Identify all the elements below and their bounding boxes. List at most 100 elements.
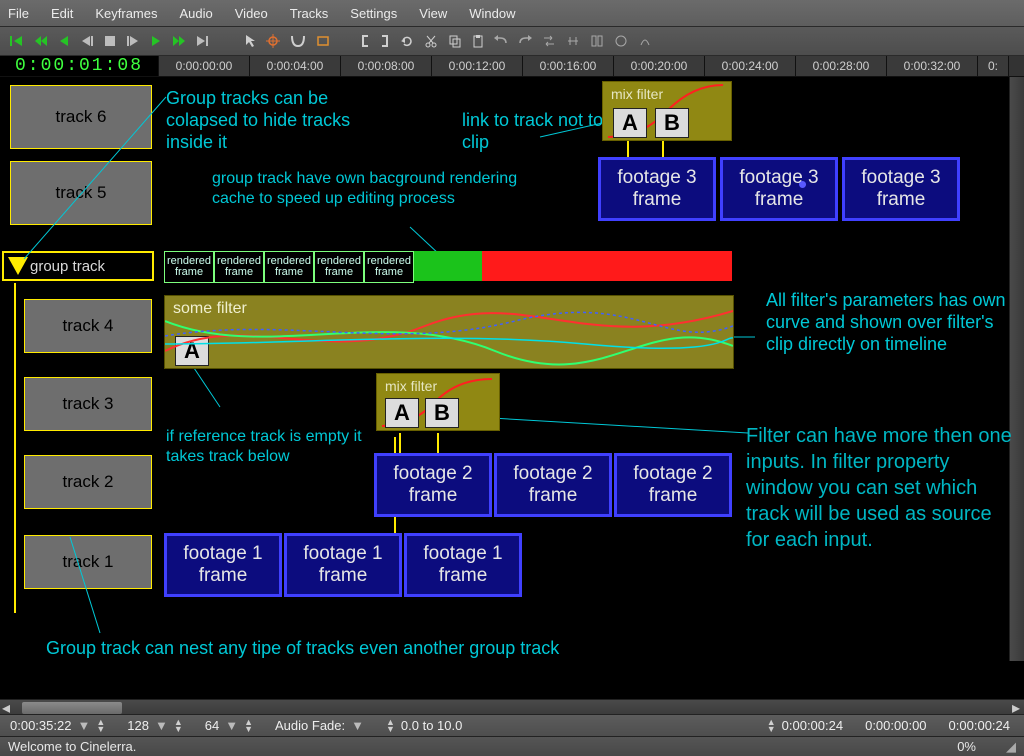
collapse-triangle-icon[interactable] [8, 257, 28, 275]
ruler-tick: 0:00:04:00 [250, 56, 341, 76]
timeline-stage[interactable]: track 6 track 5 group track track 4 trac… [0, 77, 1024, 717]
menu-tracks[interactable]: Tracks [290, 6, 329, 21]
fast-forward-icon[interactable] [172, 34, 186, 48]
vertical-scrollbar[interactable] [1009, 77, 1024, 661]
menu-audio[interactable]: Audio [180, 6, 213, 21]
play-icon[interactable] [150, 34, 162, 48]
some-filter-clip[interactable]: some filter A [164, 295, 734, 369]
magnet-icon[interactable] [290, 34, 306, 48]
tool2-icon[interactable] [638, 34, 652, 48]
resize-grip-icon[interactable]: ◢ [1006, 739, 1016, 755]
ruler-tick: 0:00:08:00 [341, 56, 432, 76]
dropdown-icon[interactable]: ▼ [351, 718, 364, 733]
menu-settings[interactable]: Settings [350, 6, 397, 21]
trim-icon[interactable] [566, 34, 580, 48]
play-back-icon[interactable] [80, 34, 94, 48]
input-a-slot[interactable]: A [385, 398, 419, 428]
footage-clip[interactable]: footage 3 frame [842, 157, 960, 221]
copy-icon[interactable] [448, 34, 462, 48]
message-bar: Welcome to Cinelerra. 0% ◢ [0, 736, 1024, 756]
group-bracket [14, 283, 20, 613]
menu-file[interactable]: File [8, 6, 29, 21]
crosshair-icon[interactable] [266, 34, 280, 48]
tool1-icon[interactable] [614, 34, 628, 48]
footage-clip[interactable]: footage 2 frame [374, 453, 492, 517]
menu-view[interactable]: View [419, 6, 447, 21]
welcome-message: Welcome to Cinelerra. [8, 739, 136, 754]
dropdown-icon[interactable]: ▼ [225, 718, 238, 733]
to-end-icon[interactable] [196, 34, 210, 48]
ruler-tick: 0:00:12:00 [432, 56, 523, 76]
note-inputs: Filter can have more then one inputs. In… [746, 423, 1016, 553]
dropdown-icon[interactable]: ▼ [77, 718, 90, 733]
ruler-tick: 0: [978, 56, 1009, 76]
undo-icon[interactable] [494, 35, 508, 47]
ruler-tick: 0:00:32:00 [887, 56, 978, 76]
rendered-frame: rendered frame [214, 251, 264, 283]
note-params: All filter's parameters has own curve an… [766, 289, 1012, 355]
scroll-thumb[interactable] [22, 702, 122, 714]
footage-clip[interactable]: footage 2 frame [614, 453, 732, 517]
transport-toolbar [0, 27, 1024, 56]
track-header[interactable]: track 1 [24, 535, 152, 589]
rendered-frame: rendered frame [264, 251, 314, 283]
track-header-pane: track 6 track 5 group track track 4 trac… [0, 77, 158, 717]
menu-keyframes[interactable]: Keyframes [95, 6, 157, 21]
track-header[interactable]: track 2 [24, 455, 152, 509]
paste-icon[interactable] [472, 34, 484, 48]
footage-clip[interactable]: footage 1 frame [284, 533, 402, 597]
param-range: 0.0 to 10.0 [401, 718, 462, 733]
track-header[interactable]: track 5 [10, 161, 152, 225]
footage-clip[interactable]: footage 3 frame [720, 157, 838, 221]
menu-bar: File Edit Keyframes Audio Video Tracks S… [0, 0, 1024, 27]
input-b-slot[interactable]: B [655, 108, 689, 138]
zoom-value: 64 [205, 718, 219, 733]
snap-icon[interactable] [590, 34, 604, 48]
dropdown-icon[interactable]: ▼ [155, 718, 168, 733]
step-back-icon[interactable] [34, 34, 48, 48]
group-track-header[interactable]: group track [2, 251, 154, 281]
note-link: link to track not to clip [462, 109, 612, 153]
cut-icon[interactable] [424, 34, 438, 48]
group-track-label: group track [30, 258, 105, 275]
mix-filter-clip[interactable]: mix filter A B [602, 81, 732, 141]
param-name: Audio Fade: [275, 718, 345, 733]
stepper-icon[interactable]: ▲▼ [386, 719, 395, 733]
footage-clip[interactable]: footage 1 frame [404, 533, 522, 597]
footage-clip[interactable]: footage 2 frame [494, 453, 612, 517]
track-header[interactable]: track 4 [24, 299, 152, 353]
loop-icon[interactable] [316, 34, 330, 48]
selection-pos: 0:00:00:00 [865, 718, 926, 733]
prev-frame-icon[interactable] [58, 34, 70, 48]
selection-in: 0:00:00:24 [782, 718, 843, 733]
next-frame-icon[interactable] [126, 34, 140, 48]
progress-percent: 0% [957, 739, 976, 754]
menu-edit[interactable]: Edit [51, 6, 73, 21]
stepper-icon[interactable]: ▲▼ [96, 719, 105, 733]
stepper-icon[interactable]: ▲▼ [767, 719, 776, 733]
stop-icon[interactable] [104, 35, 116, 47]
status-timecode: 0:00:35:22 [10, 718, 71, 733]
footage-clip[interactable]: footage 3 frame [598, 157, 716, 221]
swap-icon[interactable] [542, 34, 556, 48]
stepper-icon[interactable]: ▲▼ [174, 719, 183, 733]
menu-video[interactable]: Video [235, 6, 268, 21]
stepper-icon[interactable]: ▲▼ [244, 719, 253, 733]
out-point-icon[interactable] [380, 34, 390, 48]
redo-icon[interactable] [518, 35, 532, 47]
input-b-slot[interactable]: B [425, 398, 459, 428]
rewind-icon[interactable] [10, 34, 24, 48]
track-header[interactable]: track 3 [24, 377, 152, 431]
menu-window[interactable]: Window [469, 6, 515, 21]
refresh-icon[interactable] [400, 34, 414, 48]
footage-clip[interactable]: footage 1 frame [164, 533, 282, 597]
input-a-slot[interactable]: A [613, 108, 647, 138]
in-point-icon[interactable] [360, 34, 370, 48]
rendered-frame: rendered frame [364, 251, 414, 283]
time-ruler[interactable]: 0:00:01:08 0:00:00:00 0:00:04:00 0:00:08… [0, 56, 1024, 77]
selection-out: 0:00:00:24 [949, 718, 1010, 733]
track-header[interactable]: track 6 [10, 85, 152, 149]
pointer-icon[interactable] [244, 34, 256, 48]
ruler-tick: 0:00:16:00 [523, 56, 614, 76]
mix-filter-clip[interactable]: mix filter A B [376, 373, 500, 431]
